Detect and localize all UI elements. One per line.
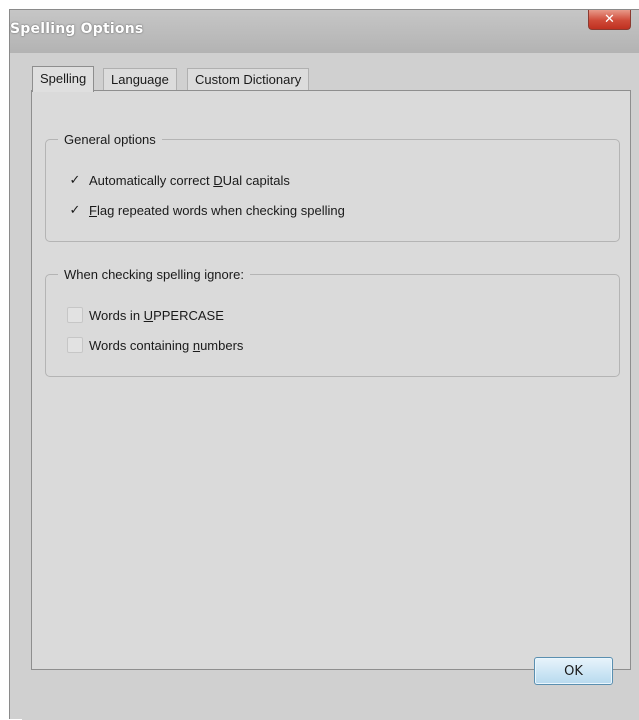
label-text: PPERCASE <box>153 307 224 323</box>
ignore-numbers-label: Words containing numbers <box>89 338 243 353</box>
ignore-uppercase-checkbox[interactable] <box>67 307 83 323</box>
ignore-options-group: When checking spelling ignore: Words in … <box>45 267 620 377</box>
checkmark-icon: ✓ <box>69 202 81 217</box>
flag-repeated-words-label: Flag repeated words when checking spelli… <box>89 203 345 218</box>
tab-spelling[interactable]: Spelling <box>32 66 95 92</box>
auto-correct-dual-capitals-checkbox[interactable]: ✓ <box>67 172 83 188</box>
tab-custom-dictionary[interactable]: Custom Dictionary <box>187 68 310 90</box>
label-text: Words containing <box>89 337 193 353</box>
tab-language[interactable]: Language <box>103 68 177 90</box>
ignore-uppercase-label: Words in UPPERCASE <box>89 308 224 323</box>
flag-repeated-words-option[interactable]: ✓ Flag repeated words when checking spel… <box>67 201 345 219</box>
general-options-group: General options ✓ Automatically correct … <box>45 132 620 242</box>
window-title: Spelling Options <box>10 21 144 37</box>
mnemonic-letter: D <box>213 172 223 188</box>
auto-correct-dual-capitals-label: Automatically correct DUal capitals <box>89 173 290 188</box>
auto-correct-dual-capitals-option[interactable]: ✓ Automatically correct DUal capitals <box>67 171 290 189</box>
label-text: umbers <box>200 337 244 353</box>
label-text: Words in <box>89 307 144 323</box>
ignore-uppercase-option[interactable]: Words in UPPERCASE <box>67 306 224 324</box>
mnemonic-letter: n <box>192 337 201 353</box>
ignore-numbers-option[interactable]: Words containing numbers <box>67 336 243 354</box>
close-icon: ✕ <box>604 12 615 27</box>
ok-button[interactable]: OK <box>534 657 613 685</box>
label-text: Automatically correct <box>89 172 214 188</box>
dialog-client-area: Spelling Language Custom Dictionary Gene… <box>22 53 639 720</box>
flag-repeated-words-checkbox[interactable]: ✓ <box>67 202 83 218</box>
checkmark-icon: ✓ <box>69 172 81 187</box>
label-text: lag repeated words when checking spellin… <box>96 202 345 218</box>
close-button[interactable]: ✕ <box>588 10 631 30</box>
mnemonic-letter: U <box>143 307 154 323</box>
ignore-options-legend: When checking spelling ignore: <box>64 267 244 282</box>
mnemonic-letter: F <box>89 202 97 218</box>
title-bar[interactable]: Spelling Options ✕ <box>10 10 639 53</box>
general-options-legend: General options <box>64 132 156 147</box>
spelling-tab-panel: General options ✓ Automatically correct … <box>31 90 631 670</box>
ignore-numbers-checkbox[interactable] <box>67 337 83 353</box>
label-text: Ual capitals <box>222 172 290 188</box>
spelling-options-dialog: Spelling Options ✕ Spelling Language Cus… <box>9 9 639 720</box>
